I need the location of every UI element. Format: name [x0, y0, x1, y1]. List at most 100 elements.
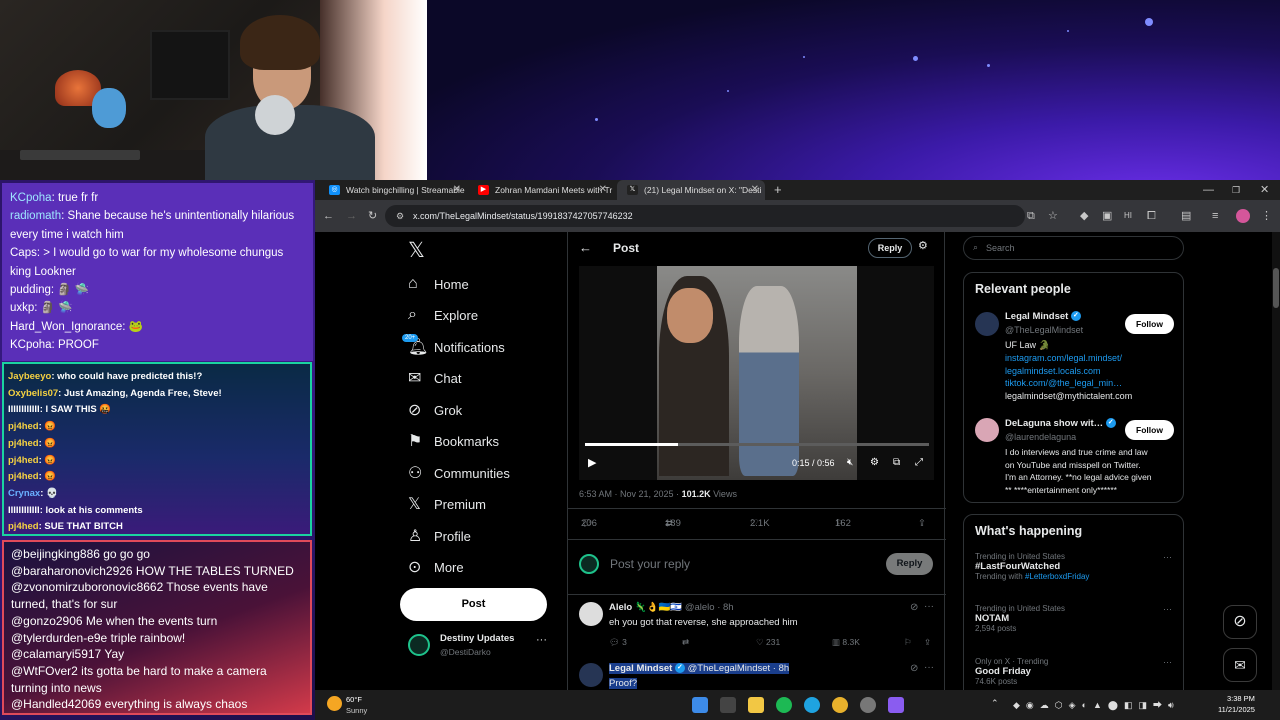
tab-label: Watch bingchilling | Streamable — [346, 185, 465, 195]
trend-item[interactable]: Only on X · Trending Good Friday 74.6K p… — [975, 657, 1175, 686]
more-dots-icon[interactable]: ··· — [1163, 657, 1172, 667]
tab-x[interactable]: 𝕏 (21) Legal Mindset on X: "Desti ✕ — [617, 180, 765, 200]
nav-grok[interactable]: ⊘ Grok — [400, 395, 550, 425]
minimize-icon[interactable]: — — [1203, 183, 1214, 197]
file-explorer-icon[interactable] — [748, 697, 764, 713]
person-name[interactable]: DeLaguna show wit… ✓ — [1005, 418, 1116, 429]
task-view-icon[interactable] — [720, 697, 736, 713]
nav-communities[interactable]: ⚇ Communities — [400, 458, 550, 488]
spotify-icon[interactable] — [776, 697, 792, 713]
repost-icon[interactable]: ⇄ — [682, 637, 689, 648]
more-dots-icon[interactable]: ··· — [924, 601, 934, 612]
views-action[interactable]: ▥ 8.3K — [832, 637, 860, 648]
grok-float-icon[interactable]: ⊘ — [1223, 605, 1257, 639]
share-icon[interactable]: ⇪ — [918, 518, 926, 529]
messages-float-icon[interactable]: ✉ — [1223, 648, 1257, 682]
search-box[interactable]: ⌕ Search — [963, 236, 1184, 260]
tray-icons[interactable]: ◆◉☁⬡◈◐▲⬤◧◨⮕🔊︎ — [1013, 698, 1180, 711]
chrome-icon[interactable] — [832, 697, 848, 713]
account-handle: @DestiDarko — [440, 647, 491, 657]
reply-reply-action[interactable]: 💬︎ 3 — [609, 637, 627, 648]
nav-notifications[interactable]: 🔔︎ Notifications 20+ — [400, 332, 550, 362]
site-info-icon[interactable]: ⚙ — [396, 209, 404, 223]
fullscreen-icon[interactable]: ⤢ — [915, 457, 923, 468]
nav-premium[interactable]: 𝕏 Premium — [400, 489, 550, 519]
bio-link[interactable]: legalmindset.locals.com — [1005, 365, 1132, 378]
share-icon[interactable]: ⇪ — [924, 637, 931, 648]
whats-happening-card: What's happening Trending in United Stat… — [963, 514, 1184, 690]
filter-icon[interactable]: ⚙ — [918, 239, 928, 252]
close-icon[interactable]: ✕ — [751, 180, 759, 200]
more-dots-icon[interactable]: ··· — [536, 634, 547, 646]
grok-icon[interactable]: ⊘ — [910, 663, 918, 674]
scrollbar[interactable] — [1272, 232, 1280, 690]
back-arrow-icon[interactable]: ← — [323, 209, 334, 223]
back-arrow-icon[interactable]: ← — [579, 240, 592, 255]
reply-item[interactable]: Legal Mindset ✓ @TheLegalMindset · 8h Pr… — [568, 656, 946, 690]
app-icon[interactable] — [888, 697, 904, 713]
extension-icon[interactable]: ▣ — [1102, 209, 1112, 223]
nav-bookmarks[interactable]: ⚑ Bookmarks — [400, 426, 550, 456]
nav-more[interactable]: ⊙ More — [400, 552, 550, 582]
search-input[interactable]: Search — [986, 243, 1015, 253]
weather-sun-icon[interactable] — [327, 696, 342, 711]
install-app-icon[interactable]: ⧉ — [1027, 209, 1035, 223]
reply-submit-button[interactable]: Reply — [886, 553, 933, 575]
edge-icon[interactable] — [804, 697, 820, 713]
reload-icon[interactable]: ↻ — [368, 209, 377, 223]
nav-profile[interactable]: ♙ Profile — [400, 521, 550, 551]
new-tab-icon[interactable]: + — [774, 183, 782, 197]
trend-item[interactable]: Trending in United States #LastFourWatch… — [975, 552, 1175, 581]
video-progress-bar[interactable] — [585, 443, 929, 446]
close-icon[interactable]: ✕ — [599, 180, 607, 200]
window-close-icon[interactable]: ✕ — [1260, 183, 1269, 197]
reply-input[interactable]: Post your reply — [610, 557, 690, 571]
forward-arrow-icon[interactable]: → — [346, 209, 357, 223]
address-bar[interactable]: ⚙ x.com/TheLegalMindset/status/199183742… — [385, 205, 1025, 227]
video-player[interactable]: ▶ 0:15 / 0:56 🔇︎ ⚙ ⧉ ⤢ — [579, 266, 934, 480]
extension-icon[interactable]: HI — [1124, 209, 1132, 223]
settings-gear-icon[interactable]: ⚙ — [870, 457, 879, 468]
header-reply-button[interactable]: Reply — [868, 238, 912, 258]
bookmark-icon[interactable]: ⚐ — [904, 637, 912, 648]
maximize-icon[interactable]: ❐ — [1232, 183, 1240, 197]
grok-icon[interactable]: ⊘ — [910, 602, 918, 613]
windows-start-icon[interactable] — [692, 697, 708, 713]
steam-icon[interactable] — [860, 697, 876, 713]
follow-button[interactable]: Follow — [1125, 314, 1174, 334]
tab-streamable[interactable]: ◎ Watch bingchilling | Streamable ✕ — [319, 180, 467, 200]
person-name[interactable]: Legal Mindset ✓ — [1005, 311, 1081, 322]
trend-item[interactable]: Trending in United States NOTAM 2,594 po… — [975, 604, 1175, 633]
more-dots-icon[interactable]: ··· — [1163, 604, 1172, 614]
more-dots-icon[interactable]: ··· — [1163, 552, 1172, 562]
bio-link[interactable]: instagram.com/legal.mindset/ — [1005, 352, 1132, 365]
nav-chat[interactable]: ✉ Chat — [400, 363, 550, 393]
chevron-up-icon[interactable]: ⌃ — [991, 698, 999, 709]
nav-home[interactable]: ⌂ Home — [400, 269, 550, 299]
like-action[interactable]: ♡ 231 — [756, 637, 780, 648]
extensions-puzzle-icon[interactable]: ⧠ — [1147, 209, 1156, 223]
menu-kebab-icon[interactable]: ⋮ — [1261, 209, 1272, 223]
clock-time[interactable]: 3:38 PM — [1227, 694, 1255, 703]
extension-icon[interactable]: ◆ — [1080, 209, 1088, 223]
bio-link[interactable]: tiktok.com/@the_legal_min… — [1005, 377, 1132, 390]
play-icon[interactable]: ▶ — [588, 456, 596, 469]
follow-button[interactable]: Follow — [1125, 420, 1174, 440]
side-panel-icon[interactable]: ▤ — [1181, 209, 1191, 223]
reply-item[interactable]: Alelo 🦎👌🇺🇦🇮🇱 @alelo · 8h eh you got that… — [568, 595, 946, 655]
clock-date[interactable]: 11/21/2025 — [1218, 705, 1255, 714]
media-controls-icon[interactable]: ≡ — [1212, 209, 1218, 223]
more-dots-icon[interactable]: ··· — [924, 662, 934, 673]
profile-avatar[interactable] — [1236, 209, 1250, 223]
bookmark-count: 162 — [835, 518, 851, 529]
x-logo-icon[interactable]: 𝕏 — [408, 238, 425, 263]
mute-icon[interactable]: 🔇︎ — [847, 457, 853, 468]
account-switcher[interactable]: Destiny Updates @DestiDarko ··· — [408, 630, 558, 670]
close-icon[interactable]: ✕ — [453, 180, 461, 200]
post-button[interactable]: Post — [400, 588, 547, 621]
picture-in-picture-icon[interactable]: ⧉ — [893, 457, 900, 468]
nav-explore[interactable]: ⌕ Explore — [400, 300, 550, 330]
bookmark-star-icon[interactable]: ☆ — [1048, 209, 1058, 223]
chat-line: Jaybeeyo: who could have predicted this!… — [8, 371, 203, 382]
tab-youtube[interactable]: ▶ Zohran Mamdani Meets with Tr ✕ — [468, 180, 613, 200]
